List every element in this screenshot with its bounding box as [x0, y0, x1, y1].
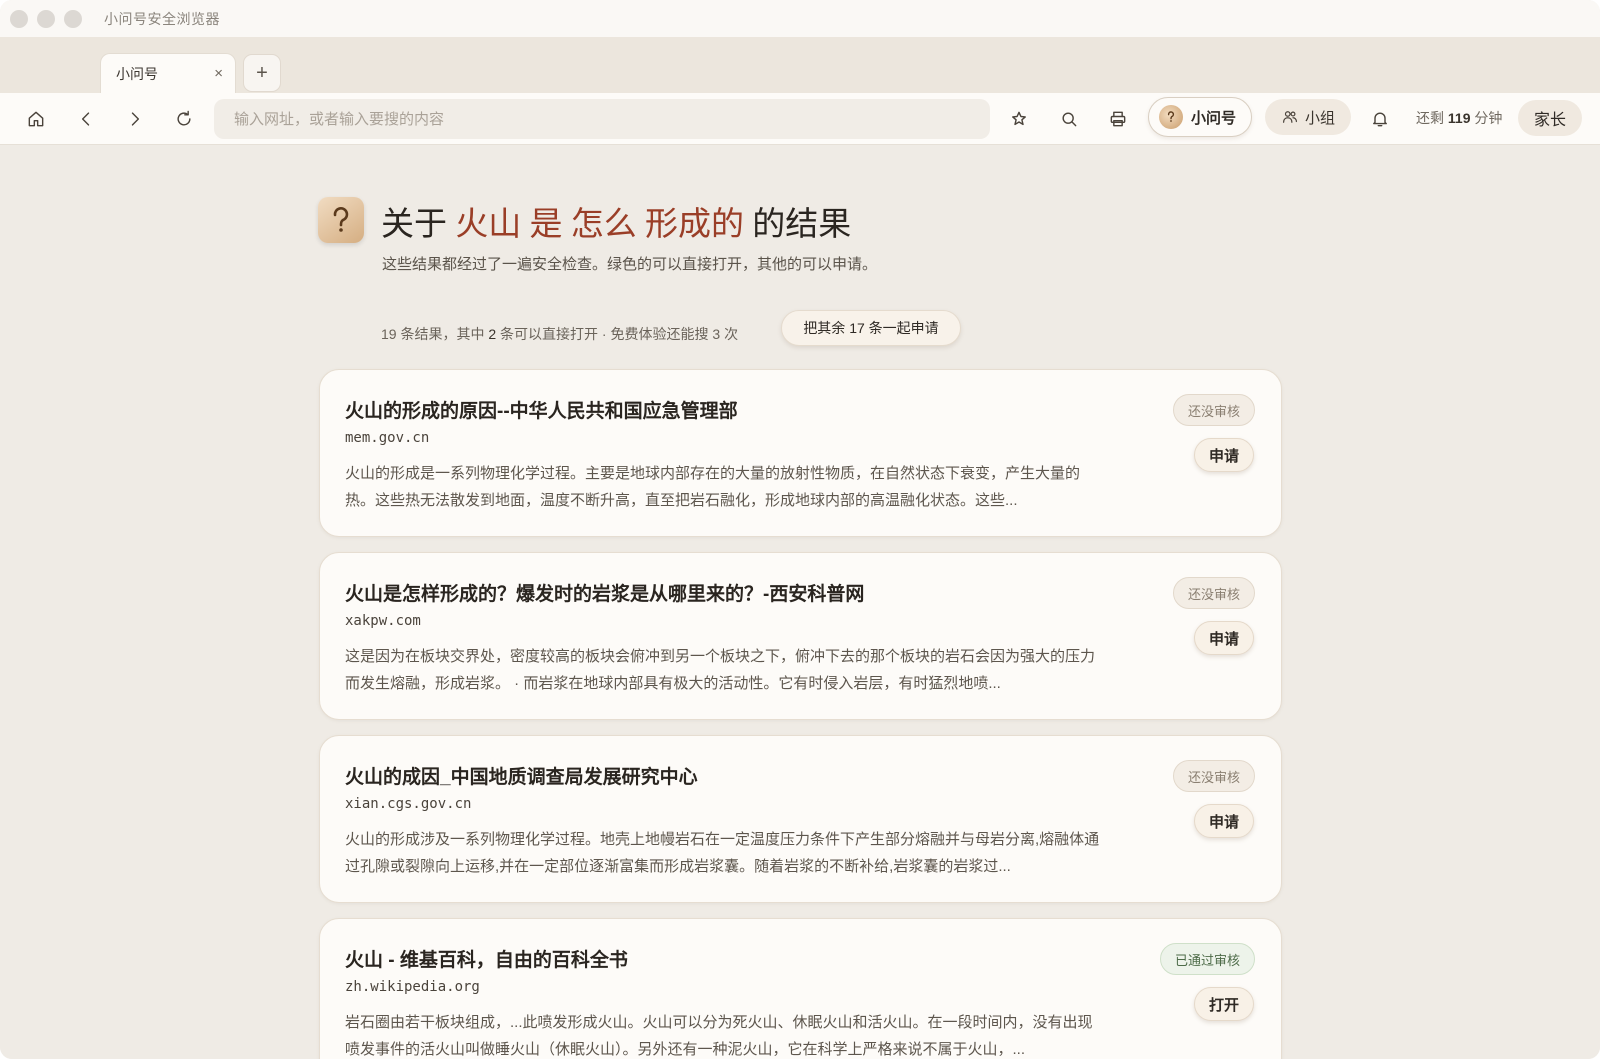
title-prefix: 关于: [381, 207, 447, 243]
result-title[interactable]: 火山的形成的原因--中华人民共和国应急管理部: [345, 396, 738, 423]
openable-text: 条可以直接打开 · 免费体验还能搜: [500, 326, 709, 342]
profile-label: 小问号: [1191, 109, 1237, 127]
page-title: 关于 火山 是 怎么 形成的 的结果: [381, 197, 851, 245]
address-bar[interactable]: [214, 99, 990, 139]
result-domain: zh.wikipedia.org: [345, 979, 480, 995]
question-mark-logo-icon: [318, 197, 364, 243]
tab-strip: 小问号 × +: [0, 37, 1600, 93]
window-controls: [10, 9, 82, 28]
search-icon[interactable]: [1057, 107, 1081, 131]
tab-active[interactable]: 小问号 ×: [100, 53, 236, 93]
browser-window: 小问号安全浏览器 小问号 × + 输入网址，或者输入要搜的内容 小问号 小组 还…: [0, 0, 1600, 1059]
status-badge: 还没审核: [1172, 577, 1255, 609]
minimize-window-button[interactable]: [37, 9, 55, 28]
forward-icon[interactable]: [123, 107, 147, 131]
title-suffix: 的结果: [752, 207, 852, 243]
result-stats: 19 条结果，其中 2 条可以直接打开 · 免费体验还能搜 3 次: [381, 324, 738, 344]
result-domain: xian.cgs.gov.cn: [345, 796, 472, 812]
back-icon[interactable]: [74, 107, 98, 131]
tab-label: 小问号: [116, 65, 158, 82]
result-title[interactable]: 火山的成因_中国地质调查局发展研究中心: [345, 762, 698, 789]
print-icon[interactable]: [1106, 107, 1130, 131]
result-domain: xakpw.com: [345, 613, 421, 629]
toolbar: 小问号 小组 还剩 119 分钟 家长: [0, 93, 1600, 145]
result-card: 火山的成因_中国地质调查局发展研究中心 xian.cgs.gov.cn 火山的形…: [319, 735, 1282, 903]
remaining-searches: 3: [712, 326, 721, 342]
total-count: 19: [381, 326, 397, 342]
result-snippet: 这是因为在板块交界处，密度较高的板块会俯冲到另一个板块之下，俯冲下去的那个板块的…: [345, 648, 1096, 692]
total-text: 条结果，其中: [400, 326, 485, 342]
group-button[interactable]: 小组: [1265, 99, 1351, 135]
query-word: 是: [529, 207, 563, 243]
request-button[interactable]: 申请: [1194, 804, 1254, 838]
query-word: 火山: [455, 207, 522, 243]
result-title[interactable]: 火山是怎样形成的？爆发时的岩浆是从哪里来的？-西安科普网: [345, 579, 864, 606]
new-tab-button[interactable]: +: [243, 54, 281, 92]
result-snippet: 火山的形成是一系列物理化学过程。主要是地球内部存在的大量的放射性物质，在自然状态…: [345, 465, 1081, 509]
apply-all-button[interactable]: 把其余 17 条一起申请: [781, 310, 961, 346]
status-badge: 还没审核: [1172, 394, 1255, 426]
result-snippet: 火山的形成涉及一系列物理化学过程。地壳上地幔岩石在一定温度压力条件下产生部分熔融…: [345, 831, 1100, 875]
time-remaining: 还剩 119 分钟: [1416, 108, 1502, 128]
query-word: 怎么: [570, 207, 637, 243]
tab-close-icon[interactable]: ×: [214, 66, 223, 81]
reload-icon[interactable]: [172, 107, 196, 131]
timer-minutes: 119: [1447, 110, 1471, 126]
maximize-window-button[interactable]: [64, 9, 82, 28]
result-card: 火山的形成的原因--中华人民共和国应急管理部 mem.gov.cn 火山的形成是…: [319, 369, 1282, 537]
group-label: 小组: [1305, 109, 1336, 127]
result-snippet: 岩石圈由若干板块组成，...此喷发形成火山。火山可以分为死火山、休眠火山和活火山…: [345, 1014, 1093, 1058]
result-card: 火山 - 维基百科，自由的百科全书 zh.wikipedia.org 岩石圈由若…: [319, 918, 1282, 1059]
status-badge: 还没审核: [1172, 760, 1255, 792]
timer-prefix: 还剩: [1416, 110, 1444, 126]
close-window-button[interactable]: [10, 9, 28, 28]
profile-button[interactable]: 小问号: [1148, 97, 1252, 137]
remaining-text: 次: [724, 326, 739, 342]
home-icon[interactable]: [24, 107, 48, 131]
parent-button[interactable]: 家长: [1518, 100, 1582, 136]
query-word: 形成的: [645, 207, 744, 243]
question-mark-logo-icon: [1159, 105, 1183, 129]
search-results-page: 关于 火山 是 怎么 形成的 的结果 这些结果都经过了一遍安全检查。绿色的可以直…: [0, 145, 1600, 1059]
page-subtitle: 这些结果都经过了一遍安全检查。绿色的可以直接打开，其他的可以申请。: [382, 256, 878, 273]
status-badge: 已通过审核: [1159, 943, 1255, 975]
app-title: 小问号安全浏览器: [104, 10, 220, 27]
result-domain: mem.gov.cn: [345, 430, 430, 446]
notification-bell-icon[interactable]: [1368, 107, 1392, 131]
result-title[interactable]: 火山 - 维基百科，自由的百科全书: [345, 945, 628, 972]
open-button[interactable]: 打开: [1194, 987, 1254, 1021]
timer-suffix: 分钟: [1474, 110, 1503, 126]
request-button[interactable]: 申请: [1194, 438, 1254, 472]
title-bar: 小问号安全浏览器: [0, 0, 1600, 37]
bookmark-star-icon[interactable]: [1007, 107, 1031, 131]
openable-count: 2: [488, 326, 497, 342]
people-icon: [1283, 111, 1297, 123]
result-card: 火山是怎样形成的？爆发时的岩浆是从哪里来的？-西安科普网 xakpw.com 这…: [319, 552, 1282, 720]
request-button[interactable]: 申请: [1194, 621, 1254, 655]
